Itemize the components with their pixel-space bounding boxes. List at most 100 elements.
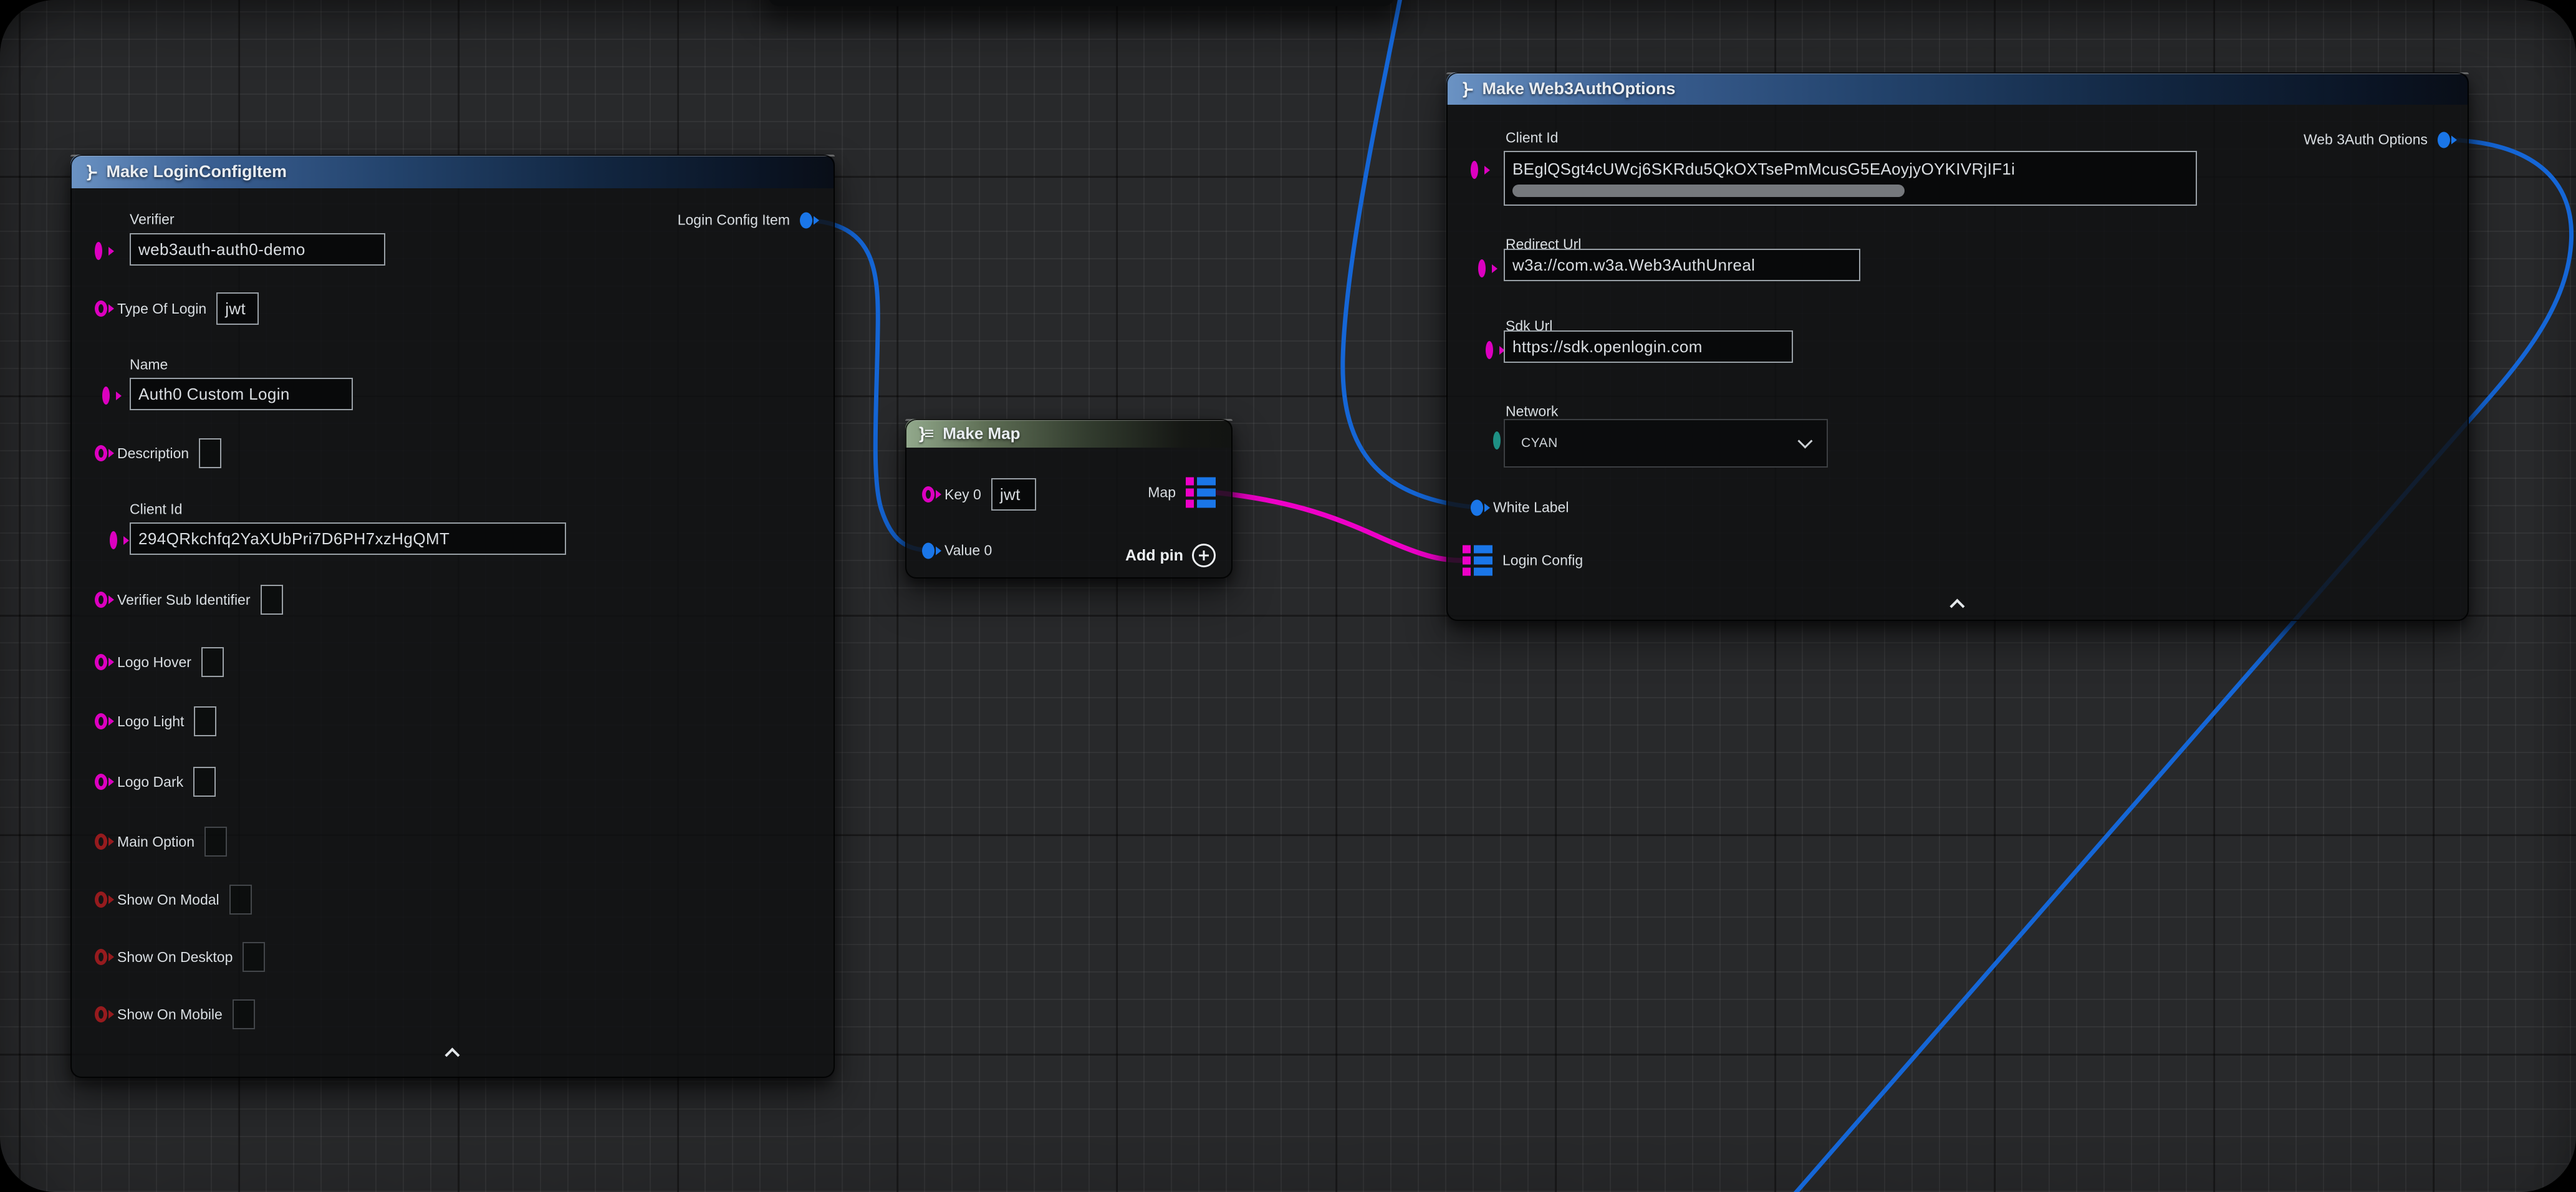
pin-label-type-of-login: Type Of Login: [117, 300, 206, 317]
row-logo-dark: Logo Dark: [95, 767, 216, 797]
row-show-on-modal: Show On Modal: [95, 885, 252, 915]
input-pin-name[interactable]: [102, 387, 110, 405]
row-logo-light: Logo Light: [95, 706, 216, 736]
pin-label-logo-hover: Logo Hover: [117, 654, 191, 671]
pin-label-main-option: Main Option: [117, 834, 195, 850]
type-of-login-field[interactable]: jwt: [216, 292, 259, 325]
input-pin-main-option[interactable]: [95, 834, 107, 850]
field-scrollbar[interactable]: [1512, 185, 1905, 197]
verifier-sub-identifier-field[interactable]: [261, 585, 283, 615]
logo-light-field[interactable]: [194, 706, 216, 736]
offscreen-node-bottom[interactable]: [768, 0, 1395, 6]
make-struct-icon: }-: [1463, 79, 1473, 99]
pin-label-show-on-mobile: Show On Mobile: [117, 1006, 223, 1023]
row-type-of-login: Type Of Login jwt: [95, 292, 259, 325]
input-pin-logo-light[interactable]: [95, 713, 107, 729]
pin-label-show-on-desktop: Show On Desktop: [117, 949, 233, 966]
node-header[interactable]: }- Make Web3AuthOptions: [1446, 72, 2469, 105]
pin-label-verifier-sub-identifier: Verifier Sub Identifier: [117, 592, 251, 608]
make-map-icon: }≡: [919, 424, 933, 443]
wire-map-to-login-config[interactable]: [1216, 493, 1463, 560]
input-pin-key0[interactable]: [922, 486, 935, 502]
logo-dark-field[interactable]: [193, 767, 216, 797]
node-make-map[interactable]: }≡ Make Map Key 0 jwt Value 0 Map: [905, 419, 1233, 579]
pin-label-value0: Value 0: [944, 542, 992, 559]
row-show-on-desktop: Show On Desktop: [95, 942, 265, 972]
node-title: Make LoginConfigItem: [107, 162, 287, 181]
input-pin-verifier-sub-identifier[interactable]: [95, 592, 107, 608]
logo-hover-field[interactable]: [201, 647, 224, 677]
show-on-desktop-checkbox[interactable]: [243, 942, 265, 972]
input-pin-verifier[interactable]: [95, 242, 102, 260]
input-pin-show-on-modal[interactable]: [95, 892, 107, 908]
pin-label-client-id: Client Id: [130, 501, 182, 518]
input-pin-show-on-mobile[interactable]: [95, 1006, 107, 1022]
row-show-on-mobile: Show On Mobile: [95, 999, 255, 1029]
input-pin-type-of-login[interactable]: [95, 300, 107, 317]
pin-label-show-on-modal: Show On Modal: [117, 892, 219, 908]
make-struct-icon: }-: [87, 162, 97, 181]
blueprint-editor: }- Make LoginConfigItem Login Config Ite…: [0, 0, 2576, 1192]
input-pin-logo-hover[interactable]: [95, 654, 107, 670]
output-pin-label: Web 3Auth Options: [2304, 132, 2428, 148]
output-pin-label-map: Map: [1148, 484, 1176, 501]
row-verifier-sub-identifier: Verifier Sub Identifier: [95, 585, 283, 615]
output-pin-map[interactable]: [1186, 478, 1216, 508]
input-pin-value0[interactable]: [922, 542, 935, 559]
input-pin-show-on-desktop[interactable]: [95, 949, 107, 965]
name-field[interactable]: Auth0 Custom Login: [130, 378, 353, 410]
redirect-url-field[interactable]: w3a://com.w3a.Web3AuthUnreal: [1504, 249, 1860, 281]
node-make-login-config-item[interactable]: }- Make LoginConfigItem Login Config Ite…: [70, 155, 835, 1078]
client-id-field[interactable]: 294QRkchfq2YaXUbPri7D6PH7xzHgQMT: [130, 522, 566, 555]
network-dropdown[interactable]: CYAN: [1504, 419, 1828, 468]
pin-label-logo-light: Logo Light: [117, 713, 184, 730]
output-pin-web3auth-options[interactable]: [2438, 132, 2450, 148]
pin-label-login-config: Login Config: [1502, 552, 1583, 569]
client-id-field[interactable]: BEglQSgt4cUWcj6SKRdu5QkOXTsePmMcusG5EAoy…: [1504, 151, 2197, 206]
row-logo-hover: Logo Hover: [95, 647, 224, 677]
input-pin-white-label[interactable]: [1471, 499, 1483, 516]
add-pin-button[interactable]: Add pin: [1125, 544, 1216, 567]
input-pin-sdk-url[interactable]: [1486, 341, 1493, 359]
node-header[interactable]: }- Make LoginConfigItem: [70, 155, 835, 188]
main-option-checkbox[interactable]: [204, 827, 227, 857]
pin-label-key0: Key 0: [944, 486, 981, 503]
row-login-config: Login Config: [1463, 546, 1583, 576]
sdk-url-field[interactable]: https://sdk.openlogin.com: [1504, 330, 1793, 363]
output-pin-login-config-item[interactable]: [800, 212, 812, 228]
input-pin-description[interactable]: [95, 445, 107, 461]
network-selected-value: CYAN: [1521, 436, 1558, 451]
description-field[interactable]: [199, 438, 221, 468]
key0-field[interactable]: jwt: [991, 478, 1036, 511]
pin-label-name: Name: [130, 357, 168, 373]
input-pin-client-id[interactable]: [110, 531, 117, 549]
graph-canvas[interactable]: }- Make LoginConfigItem Login Config Ite…: [0, 0, 2576, 1192]
collapse-chevron-icon[interactable]: [1951, 598, 1964, 608]
add-pin-label: Add pin: [1125, 547, 1183, 565]
input-pin-logo-dark[interactable]: [95, 774, 107, 790]
output-login-config-item: Login Config Item: [678, 212, 812, 229]
node-title: Make Map: [943, 424, 1020, 443]
row-value0: Value 0: [922, 542, 992, 559]
row-white-label: White Label: [1471, 499, 1569, 516]
pin-label-network: Network: [1506, 403, 1558, 420]
add-pin-plus-icon: [1192, 544, 1216, 567]
input-pin-redirect-url[interactable]: [1478, 259, 1486, 277]
output-pin-label: Login Config Item: [678, 212, 790, 229]
show-on-modal-checkbox[interactable]: [229, 885, 252, 915]
row-description: Description: [95, 438, 221, 468]
show-on-mobile-checkbox[interactable]: [233, 999, 255, 1029]
chevron-down-icon: [1797, 433, 1812, 448]
pin-label-logo-dark: Logo Dark: [117, 774, 183, 791]
collapse-chevron-icon[interactable]: [446, 1047, 459, 1057]
row-key0: Key 0 jwt: [922, 478, 1036, 511]
node-make-web3auth-options[interactable]: }- Make Web3AuthOptions Web 3Auth Option…: [1446, 72, 2469, 621]
pin-label-verifier: Verifier: [130, 211, 175, 228]
pin-label-client-id: Client Id: [1506, 130, 1558, 147]
input-pin-client-id[interactable]: [1471, 161, 1478, 179]
verifier-field[interactable]: web3auth-auth0-demo: [130, 233, 385, 266]
row-main-option: Main Option: [95, 827, 227, 857]
input-pin-login-config[interactable]: [1463, 546, 1492, 576]
input-pin-network[interactable]: [1493, 431, 1501, 449]
node-header[interactable]: }≡ Make Map: [905, 419, 1233, 448]
